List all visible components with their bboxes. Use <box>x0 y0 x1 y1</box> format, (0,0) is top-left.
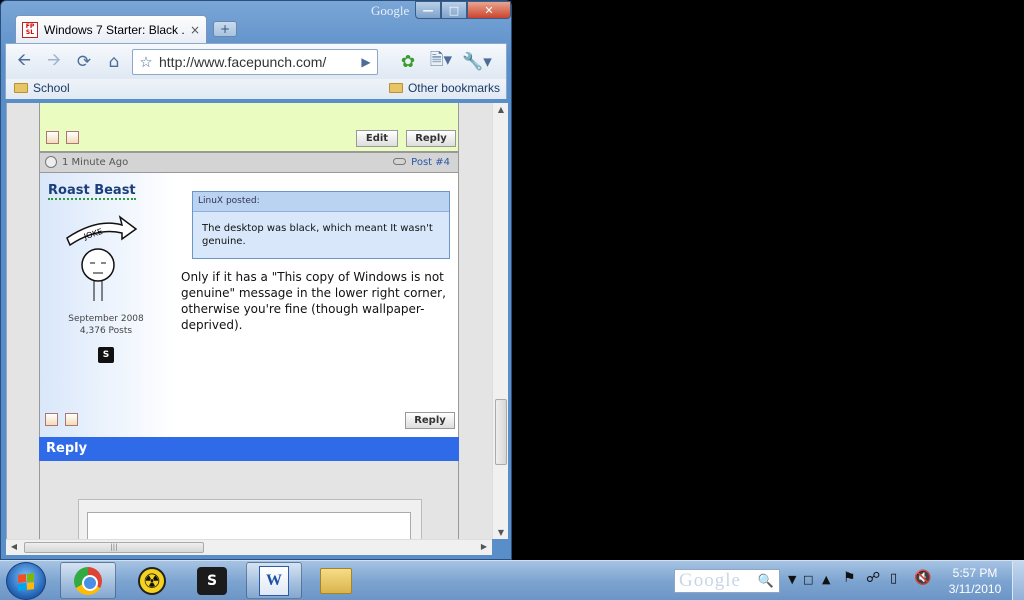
new-tab-button[interactable]: + <box>213 21 237 37</box>
reply-area <box>39 461 459 539</box>
post-message: Only if it has a "This copy of Windows i… <box>181 270 446 332</box>
username-link[interactable]: Roast Beast <box>48 183 136 200</box>
facepunch-favicon-icon: FP SL <box>22 21 38 38</box>
page-viewport: Edit Reply 1 Minute Ago Post #4 Roast Be… <box>6 103 492 539</box>
taskbar: ☢ S W Google 🔍 ▼ □ ▲ ⚑ ☍ ▯ 🔇 5:57 PM 3/1… <box>0 560 1024 600</box>
horizontal-scrollbar[interactable]: ◀ ||| ▶ <box>6 539 492 555</box>
taskbar-explorer[interactable] <box>308 562 364 599</box>
edit-button[interactable]: Edit <box>356 130 398 147</box>
home-icon[interactable]: ⌂ <box>100 49 128 75</box>
avatar: JOKE <box>66 215 138 301</box>
tab-active[interactable]: FP SL Windows 7 Starter: Black ... × <box>15 15 207 43</box>
quote-block: LinuX posted: The desktop was black, whi… <box>192 191 450 259</box>
tab-title: Windows 7 Starter: Black ... <box>44 22 184 37</box>
user-info-pane: Roast Beast JOKE September 2008 4,376 Po… <box>40 173 175 437</box>
horizontal-scroll-thumb[interactable]: ||| <box>24 542 204 553</box>
browser-window: FP SL Windows 7 Starter: Black ... × + Go… <box>0 0 512 560</box>
post-body: Roast Beast JOKE September 2008 4,376 Po… <box>39 173 459 437</box>
minimize-button[interactable]: — <box>415 1 441 19</box>
dropdown-icon[interactable]: ▼ <box>788 573 796 586</box>
folder-icon <box>14 83 28 93</box>
folder-icon <box>320 567 352 594</box>
folder-icon <box>388 83 403 93</box>
scroll-right-icon[interactable]: ▶ <box>476 542 492 551</box>
browser-brand: Google <box>371 3 410 18</box>
reply-editor[interactable] <box>87 512 411 539</box>
taskbar-chrome[interactable] <box>60 562 116 599</box>
previous-post-footer: Edit Reply <box>39 103 459 151</box>
link-icon <box>393 158 407 165</box>
network-icon[interactable]: ▯ <box>890 571 897 586</box>
clock-time[interactable]: 5:57 PM <box>940 566 1010 580</box>
restore-icon[interactable]: □ <box>803 573 813 586</box>
post-footer: Reply <box>39 403 459 437</box>
reply-button[interactable]: Reply <box>406 130 456 147</box>
search-icon[interactable]: 🔍 <box>758 573 775 589</box>
editor-frame <box>78 499 422 539</box>
forward-icon[interactable]: 🡪 <box>40 49 68 75</box>
post-number-link[interactable]: Post #4 <box>393 157 450 168</box>
reload-icon[interactable]: ⟳ <box>70 49 98 75</box>
google-search-input[interactable]: Google 🔍 <box>674 569 780 593</box>
notes-icon[interactable] <box>65 413 78 426</box>
windows-logo-icon <box>18 573 34 591</box>
title-bar[interactable]: FP SL Windows 7 Starter: Black ... × + Go… <box>1 1 511 43</box>
radiation-icon: ☢ <box>138 566 166 595</box>
scroll-down-icon[interactable]: ▼ <box>493 528 509 537</box>
taskbar-steam[interactable]: S <box>184 562 240 599</box>
vertical-scroll-thumb[interactable] <box>495 399 507 465</box>
taskbar-word[interactable]: W <box>246 562 302 599</box>
maximize-button[interactable]: □ <box>441 1 467 19</box>
profile-icon[interactable] <box>45 413 58 426</box>
reply-section-title: Reply <box>39 437 459 461</box>
power-icon[interactable]: ☍ <box>866 570 880 586</box>
show-hidden-icons[interactable]: ▲ <box>822 573 830 586</box>
post-time: 1 Minute Ago <box>62 157 129 168</box>
word-icon: W <box>259 565 289 596</box>
quote-text: The desktop was black, which meant It wa… <box>202 223 433 247</box>
post-header: 1 Minute Ago Post #4 <box>39 151 459 173</box>
scroll-left-icon[interactable]: ◀ <box>6 542 22 551</box>
url-text[interactable]: http://www.facepunch.com/ <box>159 54 355 70</box>
wrench-menu-icon[interactable]: 🔧▾ <box>460 49 494 75</box>
extension-icon[interactable]: ✿ <box>394 49 422 75</box>
page-menu-icon[interactable]: 🗎▾ <box>424 49 458 75</box>
vertical-scrollbar[interactable]: ▲ ▼ <box>492 103 508 539</box>
volume-muted-icon[interactable]: 🔇 <box>914 570 931 586</box>
clock-icon <box>45 156 57 168</box>
reply-button[interactable]: Reply <box>405 412 455 429</box>
bookmark-folder-other[interactable]: Other bookmarks <box>388 81 500 95</box>
quote-author[interactable]: LinuX posted: <box>193 192 449 212</box>
scroll-up-icon[interactable]: ▲ <box>493 105 509 114</box>
show-desktop-button[interactable] <box>1012 561 1024 600</box>
clock-date[interactable]: 3/11/2010 <box>940 582 1010 596</box>
steam-icon: S <box>197 566 227 595</box>
chrome-icon <box>74 566 102 595</box>
notes-icon[interactable] <box>66 131 79 144</box>
user-stats: September 2008 4,376 Posts <box>68 314 144 336</box>
start-button[interactable] <box>6 562 46 600</box>
profile-icon[interactable] <box>46 131 59 144</box>
close-window-button[interactable]: ✕ <box>467 1 511 19</box>
taskbar-radiation-app[interactable]: ☢ <box>124 562 180 599</box>
tab-close-icon[interactable]: × <box>190 23 200 37</box>
back-icon[interactable]: 🡨 <box>10 49 38 75</box>
address-bar[interactable]: ☆ http://www.facepunch.com/ ▶ <box>132 48 378 75</box>
action-center-flag-icon[interactable]: ⚑ <box>843 570 856 586</box>
bookmarks-bar: School Other bookmarks <box>5 79 507 99</box>
bookmark-star-icon[interactable]: ☆ <box>133 53 159 71</box>
go-icon[interactable]: ▶ <box>355 55 377 69</box>
bookmark-folder-school[interactable]: School <box>14 81 70 95</box>
steam-icon[interactable]: S <box>98 347 114 363</box>
navigation-toolbar: 🡨 🡪 ⟳ ⌂ ☆ http://www.facepunch.com/ ▶ ✿ … <box>5 43 507 79</box>
